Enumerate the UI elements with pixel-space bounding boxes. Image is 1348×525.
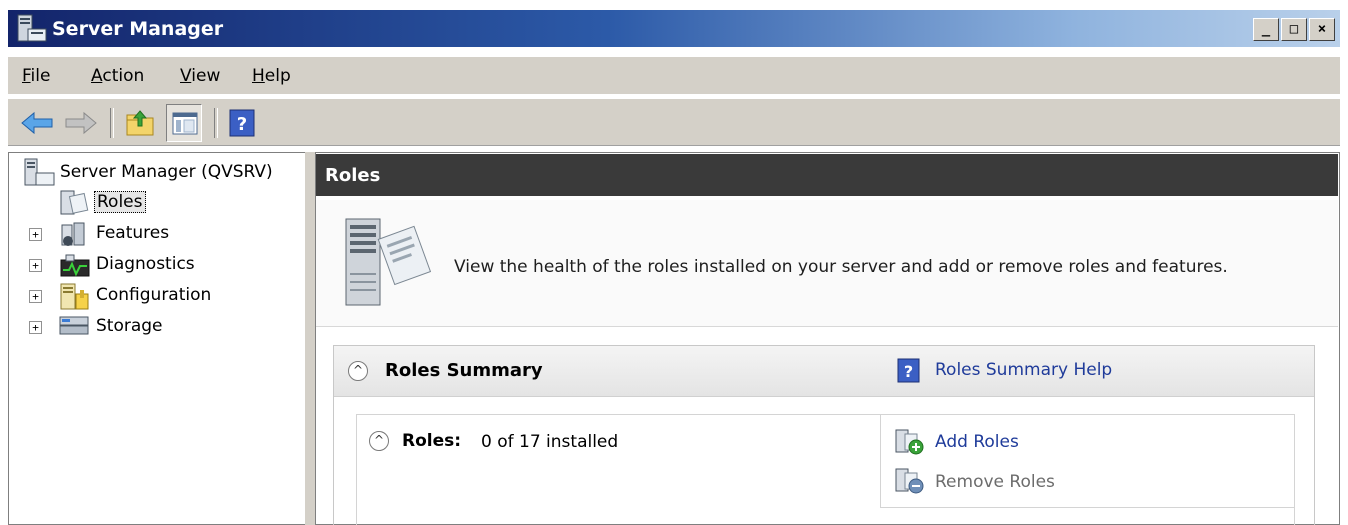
up-folder-icon[interactable]	[124, 108, 156, 138]
tree-item-storage[interactable]: Storage	[96, 316, 163, 336]
toolbar-separator	[214, 108, 218, 138]
toolbar-separator	[110, 108, 114, 138]
menu-action[interactable]: Action	[91, 66, 144, 86]
roles-status-divider	[880, 414, 881, 508]
storage-icon	[59, 316, 89, 335]
close-button[interactable]: ×	[1309, 18, 1335, 41]
help-icon: ?	[897, 358, 920, 383]
menu-help-mnemonic: H	[252, 66, 265, 86]
add-roles-icon	[895, 429, 924, 455]
back-arrow-icon[interactable]	[20, 110, 54, 136]
details-title: Roles	[325, 165, 381, 186]
help-icon[interactable]: ?	[228, 108, 256, 138]
menu-file-mnemonic: F	[22, 66, 31, 86]
roles-banner-icon	[345, 218, 432, 306]
menu-help-label: elp	[264, 66, 291, 86]
roles-status-box	[356, 414, 1295, 525]
expand-configuration-toggle[interactable]: +	[29, 290, 42, 303]
remove-roles-link[interactable]: Remove Roles	[935, 472, 1055, 492]
expand-features-toggle[interactable]: +	[29, 228, 42, 241]
server-manager-node-icon	[24, 158, 55, 186]
add-roles-link[interactable]: Add Roles	[935, 432, 1019, 452]
server-manager-icon	[17, 14, 47, 42]
svg-text:?: ?	[904, 362, 913, 381]
tree-root-label[interactable]: Server Manager (QVSRV)	[60, 162, 273, 182]
menu-file-label: ile	[30, 66, 51, 86]
window-title: Server Manager	[52, 18, 224, 40]
tree-item-features[interactable]: Features	[96, 223, 169, 243]
tree-item-roles[interactable]: Roles	[94, 191, 146, 213]
tree-item-diagnostics[interactable]: Diagnostics	[96, 254, 195, 274]
menu-view-mnemonic: V	[180, 66, 192, 86]
roles-count-value: 0 of 17 installed	[481, 432, 619, 452]
remove-roles-icon	[895, 468, 924, 494]
show-hide-tree-icon	[172, 112, 198, 135]
roles-count-label: Roles:	[402, 431, 462, 451]
svg-text:?: ?	[237, 114, 247, 135]
navigation-tree	[8, 152, 305, 525]
menu-file[interactable]: File	[22, 66, 50, 86]
pane-splitter[interactable]	[305, 152, 315, 525]
forward-arrow-icon[interactable]	[64, 110, 98, 136]
menu-action-mnemonic: A	[91, 66, 103, 86]
menu-view[interactable]: View	[180, 66, 220, 86]
minimize-button[interactable]: _	[1253, 18, 1279, 41]
roles-actions-bottom-border	[880, 507, 1295, 508]
toolbar	[8, 98, 1340, 146]
expand-diagnostics-toggle[interactable]: +	[29, 259, 42, 272]
menu-view-label: iew	[191, 66, 221, 86]
collapse-summary-button[interactable]: ^	[348, 361, 368, 381]
tree-item-configuration[interactable]: Configuration	[96, 285, 211, 305]
maximize-button[interactable]: □	[1281, 18, 1307, 41]
menu-action-label: ction	[102, 66, 145, 86]
features-icon	[61, 222, 85, 246]
menu-help[interactable]: Help	[252, 66, 291, 86]
details-header-bar	[316, 154, 1338, 196]
show-hide-tree-button[interactable]	[166, 104, 202, 142]
collapse-roles-button[interactable]: ^	[369, 431, 389, 451]
configuration-icon	[60, 283, 89, 310]
roles-summary-help-link[interactable]: Roles Summary Help	[935, 360, 1112, 380]
roles-description: View the health of the roles installed o…	[454, 257, 1228, 277]
expand-storage-toggle[interactable]: +	[29, 321, 42, 334]
diagnostics-icon	[60, 254, 90, 277]
roles-summary-title: Roles Summary	[385, 360, 543, 381]
roles-icon	[60, 190, 89, 215]
